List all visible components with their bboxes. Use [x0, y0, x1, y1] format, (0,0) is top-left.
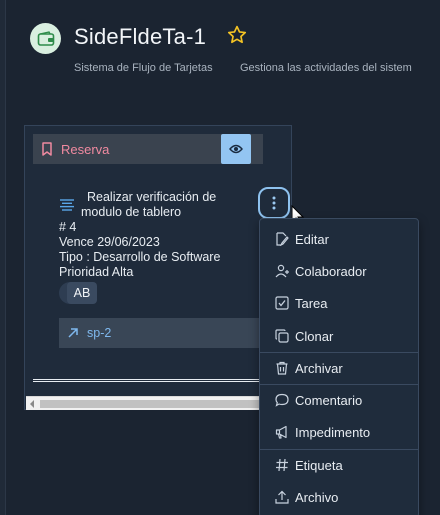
subtitle-description: Gestiona las actividades del sistem: [240, 62, 412, 74]
view-button[interactable]: [221, 134, 251, 164]
bookmark-icon: [41, 142, 53, 156]
page-title: SideFldeTa-1: [74, 24, 207, 49]
subtitle-system: Sistema de Flujo de Tarjetas: [74, 62, 213, 74]
card-title-line2: modulo de tablero: [81, 205, 182, 219]
card-title-line1: Realizar verificación de: [87, 190, 217, 204]
menu-item-editar[interactable]: Editar: [260, 223, 418, 255]
menu-item-comentario[interactable]: Comentario: [260, 384, 418, 416]
kanban-column: Reserva Realizar verificación de modulo …: [24, 125, 292, 410]
task-card[interactable]: Realizar verificación de modulo de table…: [59, 188, 264, 348]
edit-icon: [274, 232, 289, 247]
menu-item-label: Tarea: [295, 295, 328, 311]
wallet-icon: [30, 23, 61, 54]
menu-item-label: Etiqueta: [295, 457, 343, 473]
comment-icon: [274, 393, 289, 408]
menu-item-etiqueta[interactable]: Etiqueta: [260, 449, 418, 481]
card-title[interactable]: Realizar verificación de modulo de table…: [81, 190, 241, 220]
trash-icon: [274, 361, 289, 376]
divider: [33, 379, 261, 382]
copy-icon: [274, 329, 289, 344]
card-context-menu: Editar Colaborador Tarea Clonar Archivar…: [259, 218, 419, 515]
description-icon: [59, 198, 75, 211]
menu-item-archivo[interactable]: Archivo: [260, 481, 418, 513]
arrow-up-right-icon: [67, 327, 79, 339]
menu-item-archivar[interactable]: Archivar: [260, 352, 418, 384]
menu-item-label: Clonar: [295, 328, 334, 344]
menu-item-impedimento[interactable]: Impedimento: [260, 416, 418, 448]
menu-item-colaborador[interactable]: Colaborador: [260, 255, 418, 287]
scroll-left-arrow[interactable]: [30, 400, 34, 408]
card-due-date: Vence 29/06/2023: [59, 235, 160, 249]
column-title: Reserva: [61, 141, 110, 157]
upload-icon: [274, 490, 289, 505]
menu-item-tarea[interactable]: Tarea: [260, 287, 418, 319]
checkbox-icon: [274, 296, 289, 311]
kebab-icon: [272, 196, 276, 210]
card-number: # 4: [59, 220, 77, 234]
linked-item-label: sp-2: [87, 326, 112, 340]
eye-icon: [229, 144, 243, 154]
user-add-icon: [274, 264, 289, 279]
menu-item-label: Comentario: [295, 392, 363, 408]
horizontal-scrollbar[interactable]: [26, 396, 292, 410]
star-icon[interactable]: [226, 24, 248, 46]
avatar[interactable]: AB: [67, 282, 97, 304]
menu-item-clonar[interactable]: Clonar: [260, 320, 418, 352]
linked-item[interactable]: sp-2: [59, 318, 264, 348]
megaphone-icon: [274, 425, 289, 440]
hash-icon: [274, 458, 289, 473]
card-type: Tipo : Desarrollo de Software: [59, 250, 221, 264]
scrollbar-thumb[interactable]: [40, 400, 278, 408]
left-rail: [0, 0, 6, 515]
menu-item-label: Archivar: [295, 360, 343, 376]
menu-item-label: Impedimento: [295, 424, 371, 440]
menu-item-label: Editar: [295, 231, 329, 247]
menu-item-label: Colaborador: [295, 263, 367, 279]
card-menu-button[interactable]: [258, 187, 290, 219]
menu-item-label: Archivo: [295, 489, 339, 505]
card-priority: Prioridad Alta: [59, 265, 134, 279]
